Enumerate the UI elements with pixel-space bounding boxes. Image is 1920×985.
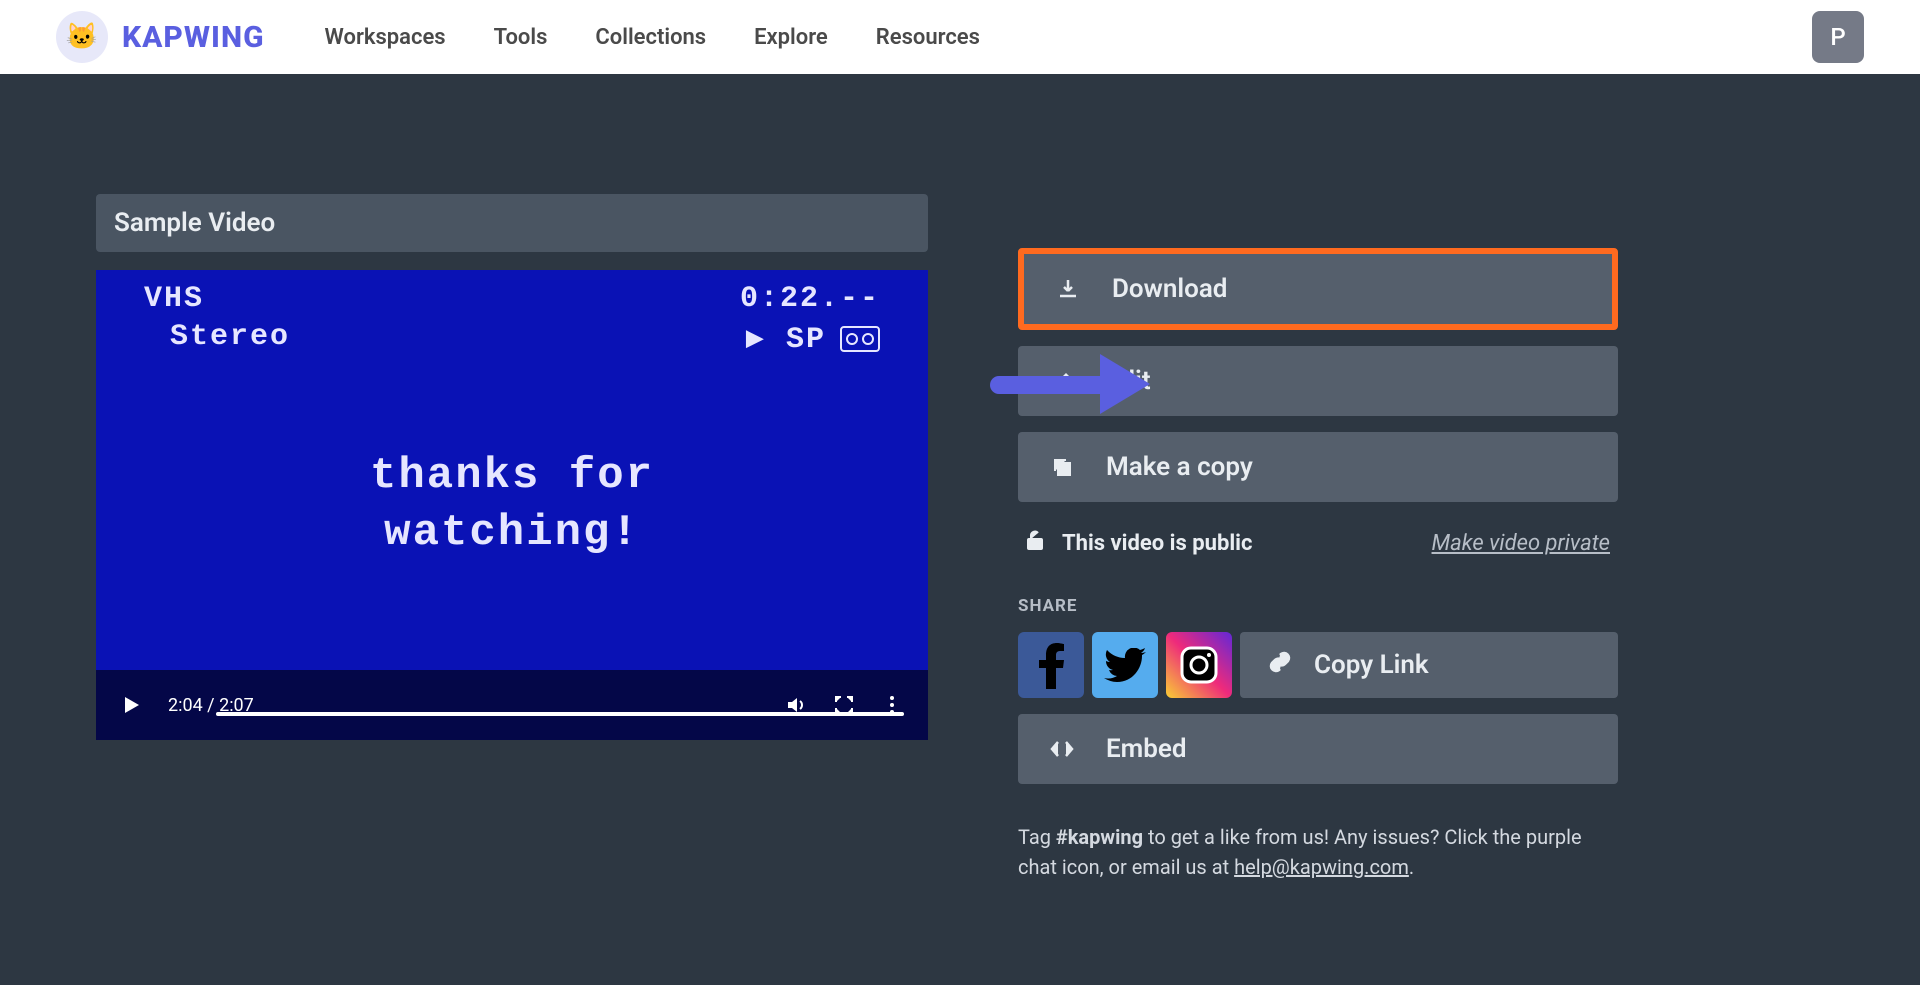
footer-text: Tag #kapwing to get a like from us! Any … bbox=[1018, 822, 1618, 882]
overlay-center-text: thanks for watching! bbox=[370, 448, 654, 562]
cassette-icon bbox=[840, 326, 880, 352]
main-content: Sample Video VHS Stereo 0:22.-- ▶ SP tha… bbox=[0, 74, 1920, 882]
copy-icon bbox=[1050, 455, 1074, 479]
nav-resources[interactable]: Resources bbox=[876, 25, 980, 50]
make-private-link[interactable]: Make video private bbox=[1432, 531, 1610, 556]
embed-button[interactable]: Embed bbox=[1018, 714, 1618, 784]
overlay-timecode: 0:22.-- bbox=[740, 282, 880, 316]
actions-column: Download Edit Make a copy This video is … bbox=[1018, 194, 1618, 882]
privacy-status: This video is public bbox=[1026, 530, 1252, 556]
nav-explore[interactable]: Explore bbox=[754, 25, 828, 50]
video-player[interactable]: VHS Stereo 0:22.-- ▶ SP thanks for watch… bbox=[96, 270, 928, 740]
download-label: Download bbox=[1112, 274, 1227, 304]
video-column: Sample Video VHS Stereo 0:22.-- ▶ SP tha… bbox=[96, 194, 928, 882]
make-copy-label: Make a copy bbox=[1106, 452, 1253, 482]
player-controls: 2:04 / 2:07 bbox=[96, 670, 928, 740]
nav-tools[interactable]: Tools bbox=[494, 25, 548, 50]
player-current: 2:04 bbox=[168, 695, 203, 716]
footer-email-link[interactable]: help@kapwing.com bbox=[1234, 855, 1409, 879]
privacy-text: This video is public bbox=[1062, 531, 1252, 556]
overlay-vhs: VHS bbox=[144, 282, 204, 316]
callout-arrow bbox=[990, 354, 1150, 414]
overlay-sp-text: ▶ SP bbox=[746, 320, 826, 357]
play-icon[interactable] bbox=[120, 693, 144, 717]
download-icon bbox=[1056, 277, 1080, 301]
overlay-stereo: Stereo bbox=[170, 320, 290, 354]
embed-label: Embed bbox=[1106, 734, 1187, 764]
overlay-sp: ▶ SP bbox=[746, 320, 880, 357]
nav-collections[interactable]: Collections bbox=[595, 25, 706, 50]
footer-pre: Tag bbox=[1018, 825, 1056, 849]
footer-hashtag: #kapwing bbox=[1056, 825, 1143, 849]
main-nav: Workspaces Tools Collections Explore Res… bbox=[325, 25, 980, 50]
video-title-input[interactable]: Sample Video bbox=[96, 194, 928, 252]
instagram-button[interactable] bbox=[1166, 632, 1232, 698]
facebook-button[interactable] bbox=[1018, 632, 1084, 698]
copy-link-button[interactable]: Copy Link bbox=[1240, 632, 1618, 698]
logo-icon: 🐱 bbox=[56, 11, 108, 63]
download-button[interactable]: Download bbox=[1018, 248, 1618, 330]
copy-link-label: Copy Link bbox=[1314, 650, 1429, 680]
lock-open-icon bbox=[1026, 530, 1044, 556]
nav-workspaces[interactable]: Workspaces bbox=[325, 25, 446, 50]
share-row: Copy Link bbox=[1018, 632, 1618, 698]
footer-post: . bbox=[1409, 855, 1414, 879]
make-copy-button[interactable]: Make a copy bbox=[1018, 432, 1618, 502]
privacy-row: This video is public Make video private bbox=[1018, 518, 1618, 568]
share-label: SHARE bbox=[1018, 596, 1618, 616]
avatar[interactable]: P bbox=[1812, 11, 1864, 63]
logo[interactable]: 🐱 KAPWING bbox=[56, 11, 265, 63]
brand-text: KAPWING bbox=[122, 20, 265, 55]
top-bar: 🐱 KAPWING Workspaces Tools Collections E… bbox=[0, 0, 1920, 74]
link-icon bbox=[1268, 650, 1292, 681]
twitter-button[interactable] bbox=[1092, 632, 1158, 698]
progress-bar[interactable] bbox=[216, 712, 904, 716]
code-icon bbox=[1050, 737, 1074, 761]
